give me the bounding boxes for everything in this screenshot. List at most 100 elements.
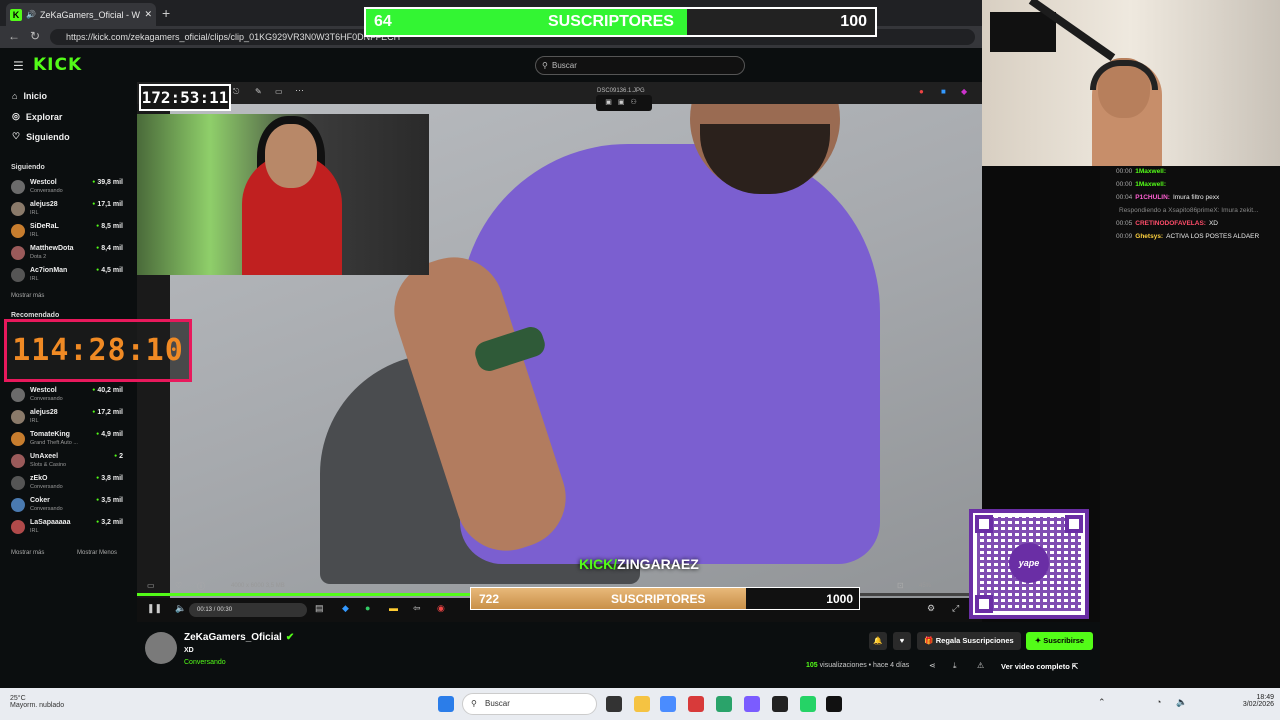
report-icon[interactable]: ⚠ xyxy=(977,661,984,670)
sidebar-channel[interactable]: SiDeRaL IRL 8,5 mil xyxy=(11,222,123,242)
taskbar-search[interactable]: ⚲ Buscar xyxy=(462,693,597,715)
discord-icon[interactable] xyxy=(744,696,760,712)
following-title: Siguiendo xyxy=(11,164,45,171)
sidebar-channel[interactable]: zEkO Conversando 3,8 mil xyxy=(11,474,123,494)
sidebar-channel[interactable]: LaSapaaaaa IRL 3,2 mil xyxy=(11,518,123,538)
goal-label: SUSCRIPTORES xyxy=(611,591,706,606)
subscribe-button[interactable]: ✦ Suscribirse xyxy=(1026,632,1093,650)
share-icon[interactable]: ⋖ xyxy=(929,661,936,670)
channel-category: IRL xyxy=(30,232,39,238)
sidebar-channel[interactable]: UnAxeel Slots & Casino 2 xyxy=(11,452,123,472)
search-placeholder: Buscar xyxy=(552,61,577,70)
task-view-icon[interactable] xyxy=(606,696,622,712)
menu-icon[interactable]: ☰ xyxy=(13,59,24,73)
viewer-count: 8,5 mil xyxy=(96,223,123,230)
show-more-recommended[interactable]: Mostrar más xyxy=(11,550,44,556)
channel-name: UnAxeel xyxy=(30,453,59,460)
pause-icon[interactable]: ❚❚ xyxy=(147,603,162,614)
viewer-overlay-controls[interactable]: ▣▣⚇ xyxy=(596,95,652,111)
chat-username[interactable]: P1CHULIN: xyxy=(1135,194,1170,201)
full-video-link[interactable]: Ver video completo ⇱ xyxy=(1001,662,1078,671)
edit-icon[interactable]: ✎ xyxy=(255,87,262,96)
obs-icon[interactable] xyxy=(772,696,788,712)
avatar xyxy=(11,432,25,446)
browser-tab[interactable]: K 🔊 ZeKaGamers_Oficial - Watch c ✕ xyxy=(6,3,156,26)
sidebar-channel[interactable]: Ac7ionMan IRL 4,5 mil xyxy=(11,266,123,286)
nav-item-siguiendo[interactable]: ♡ Siguiendo xyxy=(12,131,70,142)
capcut-icon[interactable] xyxy=(826,696,842,712)
app-icon[interactable] xyxy=(688,696,704,712)
sidebar-channel[interactable]: alejus28 IRL 17,2 mil xyxy=(11,408,123,428)
file-explorer-icon[interactable] xyxy=(634,696,650,712)
goal-current: 722 xyxy=(479,591,500,606)
heart-icon[interactable]: ♥ xyxy=(893,632,911,650)
chat-time: 00:00 xyxy=(1116,168,1133,175)
download-icon[interactable]: ⤓ xyxy=(953,661,957,671)
volume-icon[interactable]: 🔈 xyxy=(1176,697,1187,708)
show-less-recommended[interactable]: Mostrar Menos xyxy=(77,550,117,556)
video-player[interactable]: ⎋ ✎ ▭ ⋯ DSC09136.1.JPG ● ■ ◆ ▣▣⚇ 172:53:… xyxy=(137,82,982,622)
search-input[interactable]: ⚲ Buscar xyxy=(535,56,745,75)
channel-category: IRL xyxy=(30,210,39,216)
volume-icon[interactable]: 🔈 xyxy=(175,603,186,614)
sidebar-channel[interactable]: Westcol Conversando 40,2 mil xyxy=(11,386,123,406)
reload-icon[interactable]: ↻ xyxy=(30,29,40,43)
channel-category: Conversando xyxy=(30,396,63,402)
info-icon[interactable]: ⓘ xyxy=(197,581,205,592)
recommended-title: Recomendado xyxy=(11,312,60,319)
channel-name: alejus28 xyxy=(30,409,58,416)
more-icon[interactable]: ⋯ xyxy=(295,85,304,96)
gift-subs-button[interactable]: 🎁 Regala Suscripciones xyxy=(917,632,1021,650)
expand-icon[interactable]: ⤢ xyxy=(952,603,959,614)
heart-icon[interactable]: ♡ xyxy=(175,581,182,590)
chrome-icon[interactable] xyxy=(716,696,732,712)
show-more-following[interactable]: Mostrar más xyxy=(11,293,44,299)
plus-icon[interactable]: + xyxy=(162,5,170,21)
toolbar-icon[interactable]: ⎋ xyxy=(233,87,239,97)
app-icon[interactable]: ■ xyxy=(941,87,946,96)
sidebar-channel[interactable]: Coker Conversando 3,5 mil xyxy=(11,496,123,516)
zoom-level[interactable]: 45% xyxy=(919,583,931,589)
sidebar-channel[interactable]: TomateKing Grand Theft Auto ... 4,9 mil xyxy=(11,430,123,450)
fit-icon[interactable]: ⊡ xyxy=(897,581,904,590)
app-icon[interactable]: ◆ xyxy=(961,87,967,96)
image-icon[interactable]: ▭ xyxy=(147,581,155,590)
chat-message: 00:04 P1CHULIN: Imura filtro pexx xyxy=(1116,194,1219,201)
system-clock[interactable]: 18:49 3/02/2026 xyxy=(1232,694,1274,708)
speaker-icon[interactable]: 🔊 xyxy=(26,10,36,19)
windows-start-icon[interactable] xyxy=(438,696,454,712)
chevron-up-icon[interactable]: ⌃ xyxy=(1098,697,1106,708)
nav-item-inicio[interactable]: ⌂ Inicio xyxy=(12,91,47,101)
back-arrow-icon[interactable]: ← xyxy=(8,29,20,43)
streamer-camera-feed xyxy=(137,114,429,275)
app-icon[interactable] xyxy=(660,696,676,712)
chat-username[interactable]: CRETINODOFAVELAS: xyxy=(1135,220,1206,227)
bell-icon[interactable]: 🔔 xyxy=(869,632,887,650)
wifi-icon[interactable]: ◔ xyxy=(1156,697,1161,707)
settings-icon[interactable]: ⚙ xyxy=(927,603,935,614)
gift-label: Regala Suscripciones xyxy=(935,636,1014,645)
chat-username[interactable]: 1Maxwell: xyxy=(1135,168,1166,175)
avatar xyxy=(11,202,25,216)
sidebar-channel[interactable]: alejus28 IRL 17,1 mil xyxy=(11,200,123,220)
crop-icon[interactable]: ▭ xyxy=(275,87,283,96)
stream-category[interactable]: Conversando xyxy=(184,659,226,666)
close-tab-icon[interactable]: ✕ xyxy=(144,9,152,20)
channel-name: Westcol xyxy=(30,387,57,394)
nav-item-explorar[interactable]: ◎ Explorar xyxy=(12,111,62,122)
app-icon[interactable]: ● xyxy=(919,87,924,96)
qr-corner xyxy=(975,515,993,533)
sidebar-channel[interactable]: MatthewDota Dota 2 8,4 mil xyxy=(11,244,123,264)
tab-title: ZeKaGamers_Oficial - Watch c xyxy=(39,9,140,20)
avatar[interactable] xyxy=(145,632,177,664)
subscriber-goal-bottom: 722 SUSCRIPTORES 1000 xyxy=(470,587,860,610)
sidebar-channel[interactable]: Westcol Conversando 39,8 mil xyxy=(11,178,123,198)
viewer-count: 3,2 mil xyxy=(96,519,123,526)
chat-username[interactable]: Ghetsys: xyxy=(1135,233,1163,240)
channel-name[interactable]: ZeKaGamers_Oficial ✔ xyxy=(184,632,294,643)
chat-username[interactable]: 1Maxwell: xyxy=(1135,181,1166,188)
channel-name: Coker xyxy=(30,497,50,504)
weather-widget[interactable]: 25°C Mayorm. nublado xyxy=(10,695,64,709)
kick-logo[interactable]: KICK xyxy=(33,55,82,75)
whatsapp-icon[interactable] xyxy=(800,696,816,712)
